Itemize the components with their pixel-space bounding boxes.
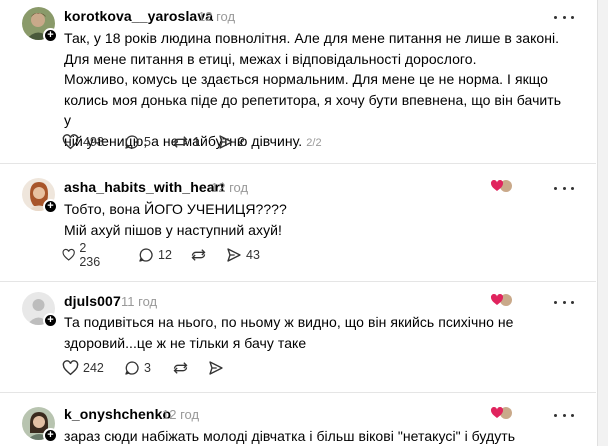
liked-by-author-indicator [490,179,514,193]
comment-text: Та подивіться на нього, по ньому ж видно… [64,312,564,353]
repost-button[interactable] [190,244,207,266]
username[interactable]: asha_habits_with_heart [64,179,225,195]
send-icon [219,135,233,149]
more-options-icon[interactable] [554,13,574,21]
comment-line: Тобто, вона ЙОГО УЧЕНИЦЯ???? [64,201,287,217]
send-icon [227,248,241,262]
comment-line: зараз сюди набіжать молоді дівчатка і бі… [64,428,516,444]
comment-line: Можливо, комусь це здається нормальним. … [64,71,548,87]
heart-icon [62,134,79,150]
comment-line: Так, у 18 років людина повнолітня. Але д… [64,30,560,46]
follow-plus-icon[interactable]: + [43,28,58,43]
avatar[interactable]: + [22,292,58,328]
like-count: 2 236 [79,241,101,269]
repost-count: 1 [193,135,200,149]
more-options-icon[interactable] [554,184,574,192]
username[interactable]: djuls007 [64,293,121,309]
post-time[interactable]: 11 год [121,294,157,309]
like-count: 498 [83,135,104,149]
comment-text: Тобто, вона ЙОГО УЧЕНИЦЯ???? Мій ахуй пі… [64,199,564,240]
avatar[interactable]: + [22,7,58,43]
author-heart-icon [490,179,512,192]
comment-icon [125,361,139,375]
post-time[interactable]: 12 год [162,407,199,422]
follow-plus-icon[interactable]: + [43,428,58,443]
share-button[interactable]: 43 [226,244,260,266]
more-options-icon[interactable] [554,298,574,306]
comment-text: зараз сюди набіжать молоді дівчатка і бі… [64,426,564,446]
like-button[interactable]: 2 236 [62,241,104,269]
comment-icon [125,135,139,149]
comment-line: здоровий...це ж не тільки я бачу таке [64,334,307,351]
reply-button[interactable]: 5 [124,131,151,153]
share-count: 43 [246,248,260,262]
heart-icon [62,248,75,261]
repost-icon [191,249,206,261]
comment-line: Мій ахуй пішов у наступний ахуй! [64,221,282,238]
username[interactable]: korotkova__yaroslava [64,8,213,24]
liked-by-author-indicator [490,293,514,307]
share-button[interactable] [208,357,224,379]
heart-icon [62,360,79,376]
repost-button[interactable] [172,357,189,379]
username[interactable]: k_onyshchenko [64,406,171,422]
like-button[interactable]: 242 [62,357,104,379]
send-icon [209,361,223,375]
like-count: 242 [83,361,104,375]
liked-by-author-indicator [490,406,514,420]
avatar[interactable]: + [22,407,58,443]
post-time[interactable]: 12 год [198,9,235,24]
follow-plus-icon[interactable]: + [43,199,58,214]
repost-button[interactable]: 1 [172,131,200,153]
post-time[interactable]: 12 год [211,180,248,195]
comment-post: + asha_habits_with_heart 12 год Тобто, в… [0,164,596,283]
reply-count: 5 [144,135,151,149]
repost-icon [173,362,188,374]
avatar[interactable]: + [22,178,58,214]
follow-plus-icon[interactable]: + [43,313,58,328]
author-heart-icon [490,293,512,306]
like-button[interactable]: 498 [62,131,104,153]
comment-icon [139,248,153,262]
thread-pager: 2/2 [306,136,322,149]
repost-icon [173,136,188,148]
comment-line: колись моя донька піде до репетитора, я … [64,91,562,129]
comment-post: + korotkova__yaroslava 12 год Так, у 18 … [0,0,596,160]
reply-count: 3 [144,361,151,375]
reply-count: 12 [158,248,172,262]
comment-post: + djuls007 11 год Та подивіться на нього… [0,282,596,392]
reply-button[interactable]: 3 [124,357,151,379]
reply-button[interactable]: 12 [138,244,172,266]
share-count: 2 [238,135,245,149]
share-button[interactable]: 2 [218,131,245,153]
comment-line: Для мене питання в етиці, межах і відпов… [64,50,477,67]
comment-post: + k_onyshchenko 12 год зараз сюди набіжа… [0,393,596,446]
comment-feed: + korotkova__yaroslava 12 год Так, у 18 … [0,0,596,446]
comment-line: Та подивіться на нього, по ньому ж видно… [64,314,514,330]
author-heart-icon [490,406,512,419]
more-options-icon[interactable] [554,411,574,419]
scrollbar[interactable] [597,0,608,446]
